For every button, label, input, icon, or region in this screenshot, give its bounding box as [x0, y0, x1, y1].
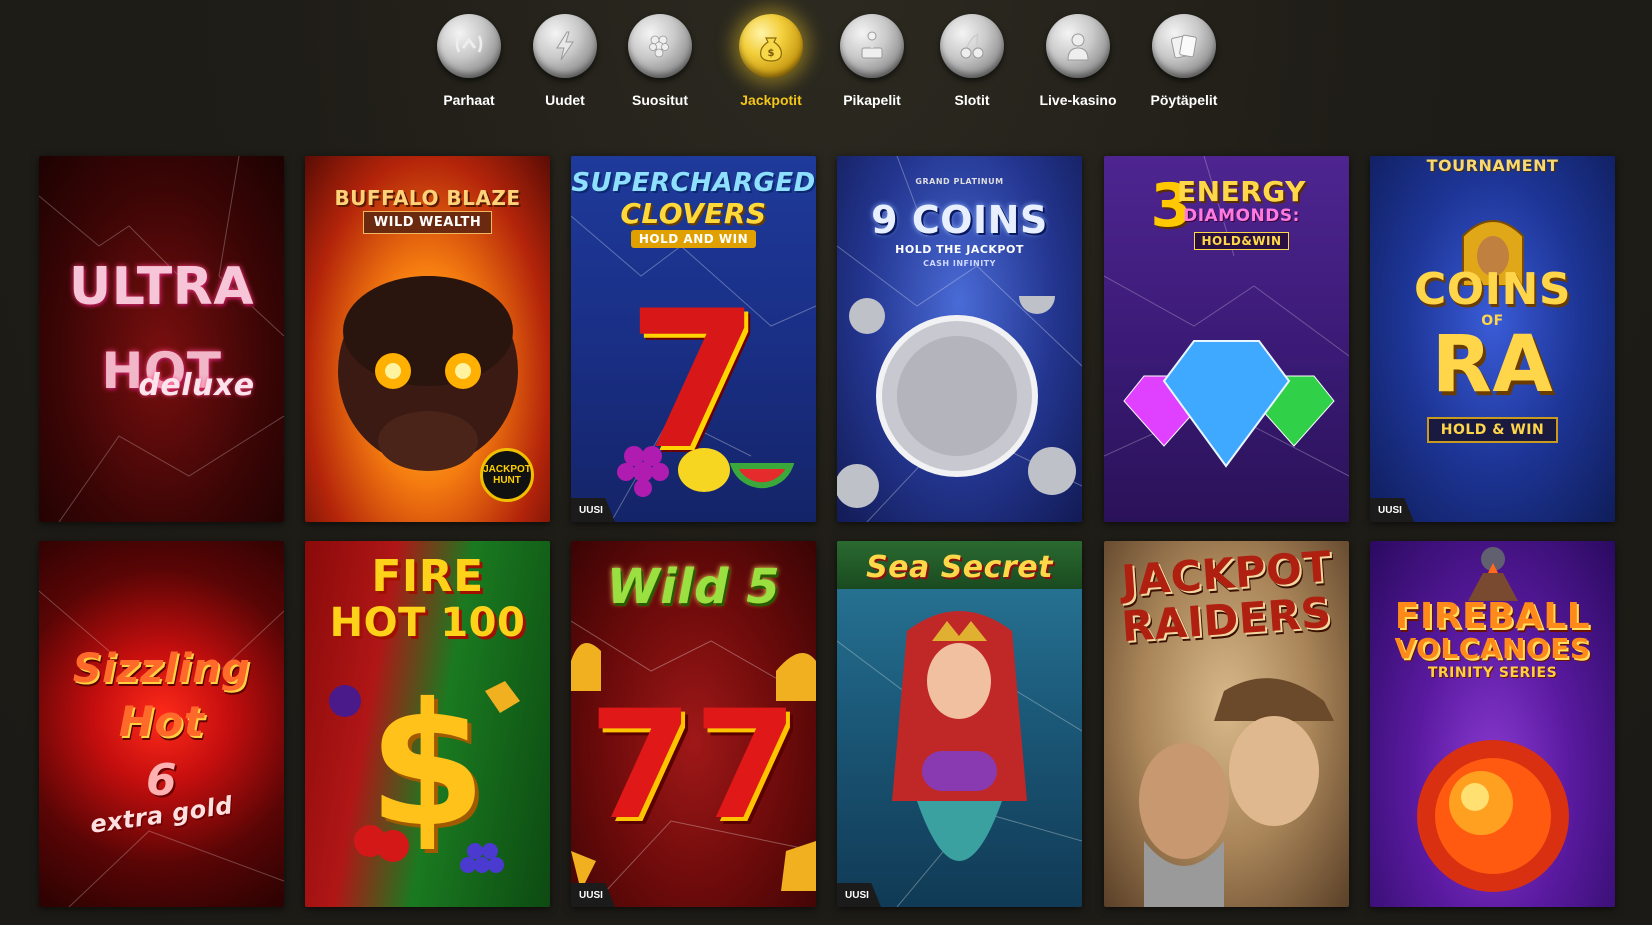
- money-bag-icon: $: [739, 14, 803, 78]
- tournament-label: TOURNAMENT: [1426, 156, 1559, 175]
- mermaid-art: [837, 601, 1082, 907]
- jackpot-hunt-badge: JACKPOT HUNT: [480, 448, 534, 502]
- game-tile-fire-hot-100[interactable]: FIRE HOT 100 $: [305, 541, 550, 907]
- game-tile-wild-5[interactable]: Wild 5 77 UUSI: [571, 541, 816, 907]
- cherries-icon: [940, 14, 1004, 78]
- nav-item-live-kasino[interactable]: Live-kasino: [1023, 14, 1133, 124]
- game-title: 9 COINS: [871, 198, 1048, 242]
- nav-item-poytapelit[interactable]: Pöytäpelit: [1129, 14, 1239, 124]
- playing-cards-icon: [1152, 14, 1216, 78]
- game-tile-3-energy-diamonds[interactable]: 3 ENERGY DIAMONDS: HOLD&WIN: [1104, 156, 1349, 522]
- nav-item-suositut[interactable]: Suositut: [605, 14, 715, 124]
- bells-art: [571, 621, 816, 891]
- game-tile-jackpot-raiders[interactable]: JACKPOT RAIDERS: [1104, 541, 1349, 907]
- nav-label: Pikapelit: [843, 92, 901, 108]
- laurel-crown-icon: [437, 14, 501, 78]
- nav-item-slotit[interactable]: Slotit: [917, 14, 1027, 124]
- game-tile-buffalo-blaze[interactable]: BUFFALO BLAZE WILD WEALTH JACKPOT HUNT: [305, 156, 550, 522]
- game-title: Hot: [118, 697, 205, 746]
- game-title: DIAMONDS:: [1183, 206, 1300, 226]
- game-title: CLOVERS: [620, 197, 767, 230]
- game-subtitle: HOLD & WIN: [1370, 417, 1615, 443]
- fruit-art: [571, 426, 816, 506]
- nav-label: Slotit: [954, 92, 990, 108]
- nav-label: Jackpotit: [740, 92, 802, 108]
- nav-item-parhaat[interactable]: Parhaat: [414, 14, 524, 124]
- statue-bust-icon: [1046, 14, 1110, 78]
- game-title: Wild 5: [606, 559, 781, 615]
- game-tile-coins-of-ra[interactable]: TOURNAMENT COINS OF RA HOLD & WIN UUSI: [1370, 156, 1615, 522]
- game-title: HOT 100: [329, 600, 526, 646]
- game-tile-sea-secret[interactable]: Sea Secret UUSI: [837, 541, 1082, 907]
- game-subtitle: CASH INFINITY: [923, 259, 996, 268]
- diamonds-art: [1104, 326, 1349, 476]
- nav-label: Suositut: [632, 92, 688, 108]
- game-subtitle: HOLD AND WIN: [571, 230, 816, 248]
- adventurers-art: [1104, 651, 1349, 907]
- game-title: RA: [1431, 320, 1554, 410]
- game-subtitle: HOLD&WIN: [1134, 232, 1349, 250]
- joystick-icon: [840, 14, 904, 78]
- fireball-art: [1370, 721, 1615, 901]
- game-tagline: GRAND PLATINUM: [915, 177, 1004, 186]
- game-tile-9-coins[interactable]: GRAND PLATINUM 9 COINS HOLD THE JACKPOT …: [837, 156, 1082, 522]
- grapes-icon: [628, 14, 692, 78]
- game-title: VOLCANOES: [1394, 632, 1591, 665]
- new-badge: UUSI: [1370, 498, 1414, 522]
- nav-label: Live-kasino: [1039, 92, 1117, 108]
- fruit-art: [305, 671, 550, 891]
- nav-label: Uudet: [545, 92, 585, 108]
- category-nav: Parhaat Uudet Suositut $ Jackpotit Pikap…: [0, 0, 1652, 130]
- game-title: FIRE: [371, 551, 484, 602]
- game-title: COINS: [1413, 264, 1572, 315]
- nav-item-uudet[interactable]: Uudet: [510, 14, 620, 124]
- game-tile-supercharged-clovers[interactable]: SUPERCHARGED CLOVERS HOLD AND WIN 7 UUSI: [571, 156, 816, 522]
- volcano-icon: [1370, 545, 1615, 601]
- nav-label: Parhaat: [443, 92, 495, 108]
- game-tile-ultra-hot-deluxe[interactable]: ULTRA HOT deluxe: [39, 156, 284, 522]
- nav-item-pikapelit[interactable]: Pikapelit: [817, 14, 927, 124]
- game-title: ULTRA: [68, 257, 254, 317]
- nav-item-jackpotit[interactable]: $ Jackpotit: [716, 14, 826, 124]
- game-subtitle: TRINITY SERIES: [1427, 665, 1558, 681]
- game-title: Sizzling: [72, 646, 251, 692]
- game-subtitle: deluxe: [138, 368, 255, 403]
- game-title: FIREBALL: [1394, 596, 1591, 637]
- game-subtitle: HOLD THE JACKPOT: [895, 243, 1024, 256]
- game-subtitle: WILD WEALTH: [305, 211, 550, 234]
- svg-text:$: $: [768, 48, 775, 59]
- silver-coin-art: [837, 296, 1082, 516]
- game-title: SUPERCHARGED: [571, 168, 816, 198]
- lightning-icon: [533, 14, 597, 78]
- game-title: BUFFALO BLAZE: [334, 186, 521, 210]
- game-tile-fireball-volcanoes[interactable]: FIREBALL VOLCANOES TRINITY SERIES: [1370, 541, 1615, 907]
- game-title: ENERGY: [1177, 175, 1306, 208]
- game-tile-sizzling-hot-6[interactable]: Sizzling Hot 6 extra gold: [39, 541, 284, 907]
- game-title: Sea Secret: [866, 550, 1053, 585]
- nav-label: Pöytäpelit: [1150, 92, 1218, 108]
